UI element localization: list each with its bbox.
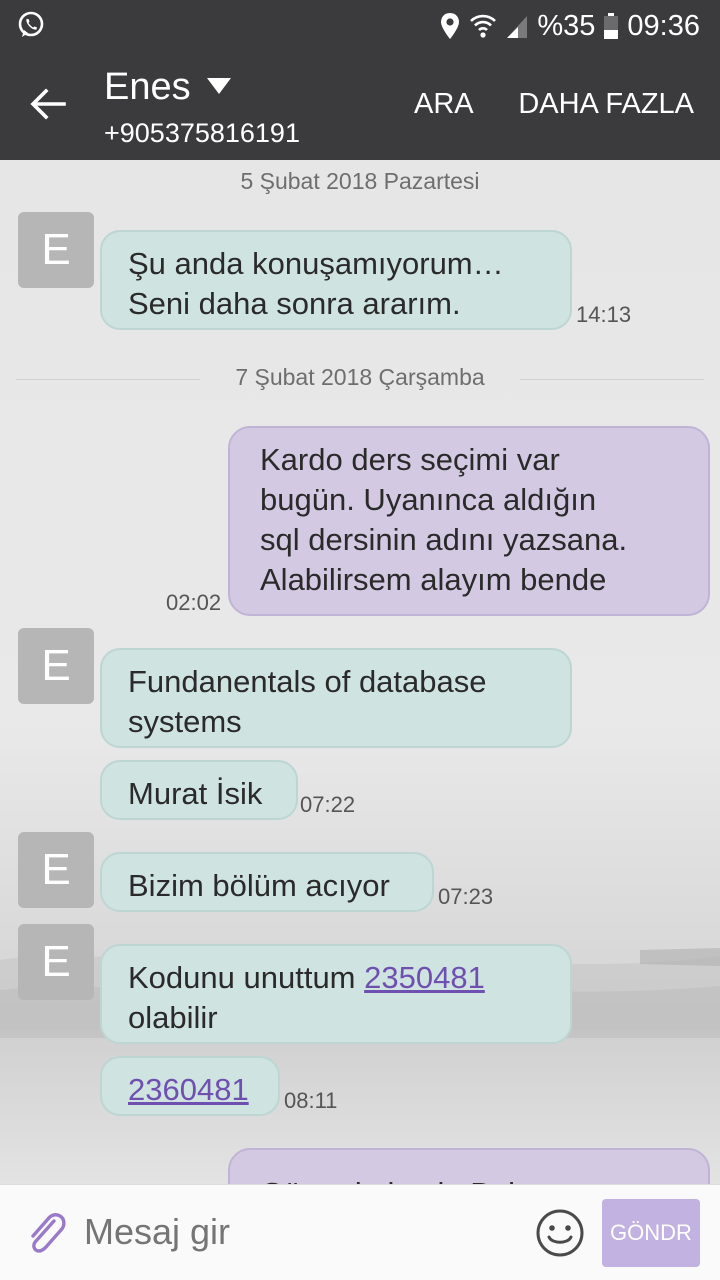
contact-phone: +905375816191: [104, 118, 300, 148]
date-label: 5 Şubat 2018 Pazartesi: [240, 168, 480, 194]
message-bubble-incoming[interactable]: Bizim bölüm acıyor: [100, 852, 434, 912]
message-input[interactable]: [84, 1211, 484, 1253]
avatar[interactable]: E: [18, 832, 94, 908]
wifi-icon: [470, 14, 497, 38]
send-button[interactable]: GÖNDR: [602, 1199, 700, 1267]
clock: 09:36: [627, 9, 700, 42]
date-separator: 5 Şubat 2018 Pazartesi: [0, 168, 720, 195]
whatsapp-icon: [18, 11, 44, 37]
message-text: Kodunu unuttum: [128, 960, 365, 995]
avatar[interactable]: E: [18, 212, 94, 288]
message-line: Kardo ders seçimi var: [260, 442, 560, 477]
message-line: Seni daha sonra ararım.: [128, 286, 461, 321]
message-bubble-incoming[interactable]: Kodunu unuttum 2350481 olabilir: [100, 944, 572, 1044]
message-composer: GÖNDR: [0, 1184, 720, 1280]
message-bubble-incoming[interactable]: 2360481: [100, 1056, 280, 1116]
back-arrow-icon[interactable]: [28, 84, 68, 124]
message-line: Fundanentals of database: [128, 664, 487, 699]
call-button[interactable]: ARA: [414, 88, 474, 121]
message-line: olabilir: [128, 1000, 218, 1035]
avatar[interactable]: E: [18, 924, 94, 1000]
conversation-header: Enes +905375816191 ARA DAHA FAZLA: [0, 52, 720, 160]
dropdown-caret-icon[interactable]: [206, 76, 232, 96]
paperclip-icon[interactable]: [24, 1209, 68, 1257]
date-separator: 7 Şubat 2018 Çarşamba: [0, 364, 720, 391]
message-line: Şu anda konuşamıyorum…: [128, 246, 504, 281]
message-line: Alabilirsem alayım bende: [260, 562, 607, 597]
battery-icon: [604, 13, 619, 39]
message-line: Bizim bölüm acıyor: [128, 868, 390, 903]
message-time: 07:22: [300, 792, 356, 817]
battery-percent: %35: [537, 9, 596, 42]
message-time: 02:02: [166, 590, 222, 615]
divider: [16, 379, 200, 380]
location-icon: [441, 13, 460, 39]
message-list[interactable]: 5 Şubat 2018 Pazartesi E Şu anda konuşam…: [0, 160, 720, 1184]
signal-icon: [507, 16, 528, 38]
message-line: bugün. Uyanınca aldığın: [260, 482, 597, 517]
message-line: Murat İsik: [128, 776, 263, 811]
message-line: sql dersinin adını yazsana.: [260, 522, 628, 557]
phone-link[interactable]: 2350481: [364, 960, 485, 995]
message-time: 08:11: [284, 1088, 338, 1113]
message-line: Güne de bazla Balen: [260, 1174, 684, 1184]
message-time: 07:23: [438, 884, 494, 909]
divider: [520, 379, 704, 380]
status-bar: %35 09:36: [0, 0, 720, 52]
phone-link[interactable]: 2360481: [128, 1072, 249, 1107]
message-bubble-incoming[interactable]: Şu anda konuşamıyorum… Seni daha sonra a…: [100, 230, 572, 330]
date-label: 7 Şubat 2018 Çarşamba: [235, 364, 485, 390]
message-bubble-outgoing[interactable]: Güne de bazla Balen: [228, 1148, 710, 1184]
message-bubble-incoming[interactable]: Murat İsik: [100, 760, 298, 820]
contact-name[interactable]: Enes: [104, 66, 191, 109]
smiley-icon[interactable]: [534, 1207, 586, 1259]
message-time: 14:13: [576, 302, 632, 327]
message-bubble-outgoing[interactable]: Kardo ders seçimi var bugün. Uyanınca al…: [228, 426, 710, 616]
message-line: Kodunu unuttum 2350481: [128, 958, 546, 998]
message-bubble-incoming[interactable]: Fundanentals of database systems: [100, 648, 572, 748]
more-button[interactable]: DAHA FAZLA: [518, 88, 694, 121]
message-line: systems: [128, 704, 242, 739]
avatar[interactable]: E: [18, 628, 94, 704]
